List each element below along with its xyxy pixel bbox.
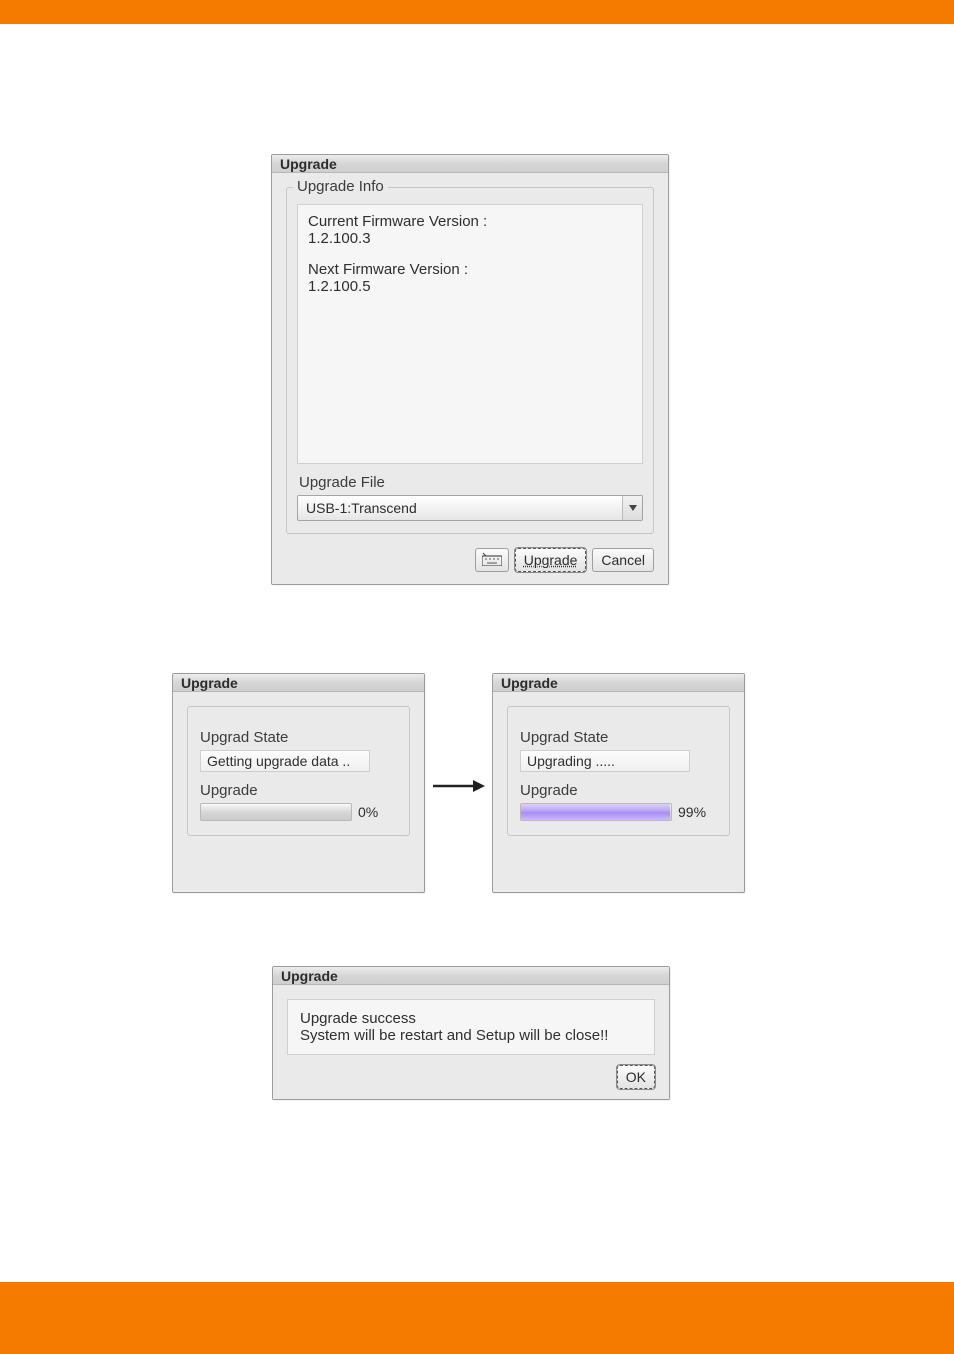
upgrade-info-legend: Upgrade Info [293, 178, 388, 195]
footer-spacer [0, 1214, 954, 1282]
upgrade-success-dialog: Upgrade Upgrade success System will be r… [272, 966, 670, 1100]
upgrade-file-value: USB-1:Transcend [298, 500, 622, 516]
upgrade-state-value: Upgrading ..... [520, 750, 690, 772]
upgrade-dialog-title: Upgrade [272, 155, 668, 173]
upgrade-progress-label: Upgrade [520, 782, 717, 799]
footer-accent-bar [0, 1282, 954, 1354]
progress-bar [520, 803, 672, 821]
upgrade-success-title: Upgrade [273, 967, 669, 985]
upgrade-file-combo[interactable]: USB-1:Transcend [297, 495, 643, 521]
success-message-line2: System will be restart and Setup will be… [300, 1027, 642, 1044]
current-fw-value: 1.2.100.3 [308, 230, 632, 247]
current-fw-label: Current Firmware Version : [308, 213, 632, 230]
progress-dialog-getting-title: Upgrade [173, 674, 424, 692]
upgrade-button[interactable]: Upgrade [515, 548, 587, 572]
upgrade-progress-label: Upgrade [200, 782, 397, 799]
progress-percent-text: 0% [358, 804, 394, 820]
chevron-down-icon[interactable] [622, 496, 642, 520]
success-message-line1: Upgrade success [300, 1010, 642, 1027]
next-fw-value: 1.2.100.5 [308, 278, 632, 295]
progress-percent-text: 99% [678, 804, 714, 820]
next-fw-label: Next Firmware Version : [308, 261, 632, 278]
top-accent-bar [0, 0, 954, 24]
upgrade-dialog: Upgrade Upgrade Info Current Firmware Ve… [271, 154, 669, 585]
upgrade-state-label: Upgrad State [200, 729, 397, 746]
arrow-right-icon [431, 776, 485, 796]
ok-button[interactable]: OK [617, 1065, 655, 1089]
upgrade-state-label: Upgrad State [520, 729, 717, 746]
progress-fill [521, 804, 670, 820]
progress-dialog-upgrading-title: Upgrade [493, 674, 744, 692]
upgrade-state-value: Getting upgrade data .. [200, 750, 370, 772]
progress-bar [200, 803, 352, 821]
progress-dialog-upgrading: Upgrade Upgrad State Upgrading ..... Upg… [492, 673, 745, 893]
progress-dialog-getting: Upgrade Upgrad State Getting upgrade dat… [172, 673, 425, 893]
keyboard-button[interactable] [475, 548, 509, 572]
upgrade-file-label: Upgrade File [299, 474, 641, 491]
keyboard-icon [482, 552, 502, 569]
cancel-button[interactable]: Cancel [592, 548, 654, 572]
